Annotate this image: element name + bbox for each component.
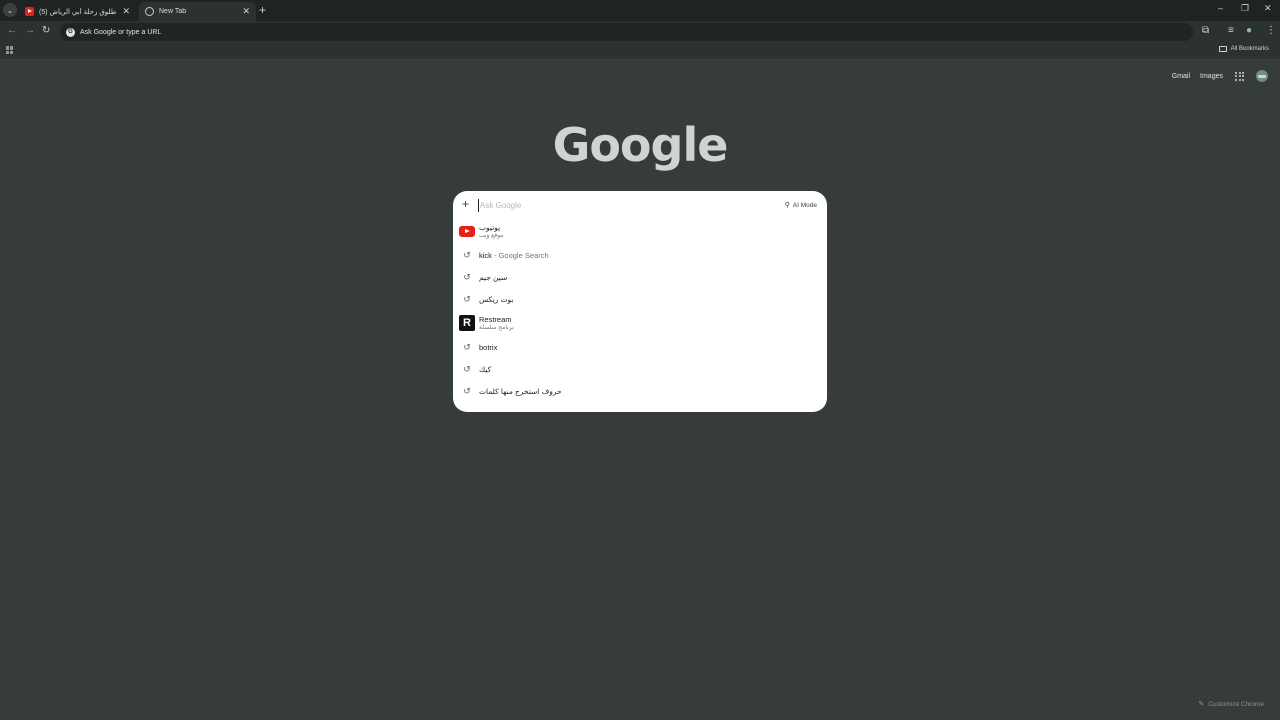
omnibox[interactable]: G Ask Google or type a URL (60, 23, 1193, 41)
tab-search-button[interactable]: ⌄ (3, 3, 17, 17)
gmail-link[interactable]: Gmail (1172, 73, 1190, 80)
suggestion-text: Restream (479, 315, 512, 324)
tab-title: (5) طلوق رحلة أبي الرياض - Yo (39, 8, 118, 16)
google-logo: Google (552, 118, 729, 172)
search-sparkle-icon: ⚲ (784, 202, 790, 209)
history-icon: ↺ (463, 293, 471, 304)
suggestion-text: kick (479, 250, 492, 260)
search-input-row: + ⚲ AI Mode (453, 196, 827, 214)
google-g-icon: G (66, 27, 75, 37)
close-icon[interactable]: ✕ (242, 6, 250, 17)
all-bookmarks-label: All Bookmarks (1230, 46, 1269, 52)
close-icon[interactable]: ✕ (122, 6, 130, 17)
suggestion-subtext: برنامج سلسلة (479, 325, 514, 331)
suggestion-item[interactable]: ↺ بوت ريكس (453, 288, 827, 310)
window-close-icon[interactable]: ✕ (1264, 3, 1272, 14)
suggestion-item[interactable]: ↺ حروف استخرج منها كلمات (453, 380, 827, 402)
history-icon: ↺ (463, 341, 471, 352)
tab-title: New Tab (159, 8, 187, 15)
suggestion-item[interactable]: ↺ كيك (453, 358, 827, 380)
restore-icon[interactable]: ❐ (1241, 3, 1249, 14)
media-icon[interactable]: ≡ (1228, 25, 1234, 36)
search-input[interactable] (478, 199, 758, 212)
suggestion-text: botrix (479, 342, 498, 352)
suggestion-text: يوتيوب (479, 223, 501, 232)
all-bookmarks-button[interactable]: All Bookmarks (1218, 46, 1269, 52)
suggestion-text: كيك (479, 364, 492, 374)
suggestion-item[interactable]: يوتيوب موقع ويب (453, 218, 827, 244)
customize-chrome-button[interactable]: ✎ Customize Chrome (1198, 700, 1264, 709)
bookmarks-bar: All Bookmarks (0, 43, 1280, 60)
customize-chrome-label: Customize Chrome (1208, 700, 1264, 708)
tab-strip: ⌄ (5) طلوق رحلة أبي الرياض - Yo ✕ New Ta… (0, 0, 1280, 21)
ai-mode-label: AI Mode (792, 201, 817, 209)
youtube-icon (25, 7, 34, 16)
restream-icon: R (459, 315, 475, 331)
search-suggestion-box: + ⚲ AI Mode يوتيوب موقع ويب ↺ kick - Goo… (453, 191, 827, 412)
suggestion-text: بوت ريكس (479, 294, 514, 304)
apps-icon[interactable] (6, 46, 14, 54)
suggestion-item[interactable]: ↺ botrix (453, 336, 827, 358)
ai-mode-button[interactable]: ⚲ AI Mode (781, 198, 821, 212)
omnibox-placeholder: Ask Google or type a URL (80, 28, 162, 36)
history-icon: ↺ (463, 249, 471, 260)
history-icon: ↺ (463, 363, 471, 374)
ntp-header-links: Gmail Images (1162, 70, 1268, 82)
toolbar: ← → ↻ G Ask Google or type a URL ⧉ ≡ ● ⋮ (0, 21, 1280, 43)
avatar[interactable] (1256, 70, 1268, 82)
history-icon: ↺ (463, 385, 471, 396)
suggestion-text: سين جيم (479, 272, 508, 282)
google-apps-icon[interactable] (1235, 71, 1244, 81)
youtube-icon (459, 225, 475, 237)
suggestion-text: حروف استخرج منها كلمات (479, 386, 562, 396)
back-icon[interactable]: ← (7, 25, 17, 36)
profile-icon[interactable]: ● (1246, 25, 1252, 36)
suggestion-suffix: - Google Search (491, 250, 549, 260)
folder-icon (1218, 46, 1227, 52)
extensions-icon[interactable]: ⧉ (1202, 25, 1209, 36)
pencil-icon: ✎ (1198, 701, 1205, 708)
suggestion-subtext: موقع ويب (479, 233, 504, 239)
menu-icon[interactable]: ⋮ (1266, 25, 1276, 36)
plus-icon[interactable]: + (462, 198, 469, 210)
reload-icon[interactable]: ↻ (42, 25, 50, 36)
globe-icon (145, 7, 154, 16)
history-icon: ↺ (463, 271, 471, 282)
forward-icon[interactable]: → (25, 25, 35, 36)
suggestion-item[interactable]: R Restream برنامج سلسلة (453, 310, 827, 336)
tab-youtube[interactable]: (5) طلوق رحلة أبي الرياض - Yo ✕ (19, 2, 136, 21)
new-tab-button[interactable]: + (259, 3, 266, 17)
suggestion-item[interactable]: ↺ kick - Google Search (453, 244, 827, 266)
images-link[interactable]: Images (1200, 73, 1223, 80)
minimize-icon[interactable]: – (1218, 3, 1223, 13)
suggestion-list: يوتيوب موقع ويب ↺ kick - Google Search ↺… (453, 218, 827, 402)
tab-new-tab[interactable]: New Tab ✕ (139, 2, 256, 21)
suggestion-item[interactable]: ↺ سين جيم (453, 266, 827, 288)
